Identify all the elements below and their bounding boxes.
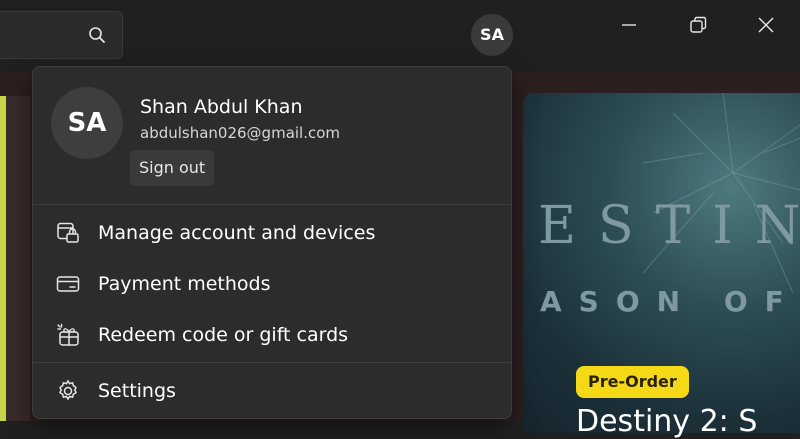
search-icon[interactable] bbox=[88, 26, 106, 44]
user-name: Shan Abdul Khan bbox=[140, 96, 303, 118]
promo-subtitle: ASON OF bbox=[540, 285, 800, 318]
menu-item-label: Manage account and devices bbox=[98, 222, 376, 244]
title-bar: SA bbox=[0, 0, 800, 72]
pre-order-badge: Pre-Order bbox=[576, 366, 689, 398]
credit-card-icon bbox=[56, 276, 80, 292]
menu-item-label: Payment methods bbox=[98, 273, 271, 295]
restore-icon[interactable] bbox=[687, 14, 709, 36]
account-devices-icon bbox=[57, 222, 79, 243]
divider bbox=[33, 204, 511, 205]
menu-item-manage-account[interactable]: Manage account and devices bbox=[33, 209, 511, 257]
gear-icon bbox=[59, 379, 77, 401]
user-email: abdulshan026@gmail.com bbox=[140, 124, 341, 142]
account-avatar-button[interactable]: SA bbox=[471, 14, 513, 56]
profile-avatar: SA bbox=[51, 87, 123, 159]
menu-item-payment-methods[interactable]: Payment methods bbox=[33, 260, 511, 308]
gift-card-icon bbox=[57, 323, 79, 346]
menu-item-redeem-code[interactable]: Redeem code or gift cards bbox=[33, 311, 511, 359]
menu-item-label: Redeem code or gift cards bbox=[98, 324, 349, 346]
promo-game-title: Destiny 2: S bbox=[576, 404, 758, 439]
account-flyout: SA Shan Abdul Khan abdulshan026@gmail.co… bbox=[32, 66, 512, 419]
minimize-icon[interactable] bbox=[618, 14, 640, 36]
menu-item-label: Settings bbox=[98, 380, 176, 402]
close-icon[interactable] bbox=[755, 14, 777, 36]
sign-out-button[interactable]: Sign out bbox=[130, 150, 215, 186]
left-card-edge bbox=[6, 96, 30, 421]
menu-item-settings[interactable]: Settings bbox=[33, 367, 511, 415]
divider bbox=[33, 362, 511, 363]
promo-title: ESTIN bbox=[538, 196, 800, 256]
